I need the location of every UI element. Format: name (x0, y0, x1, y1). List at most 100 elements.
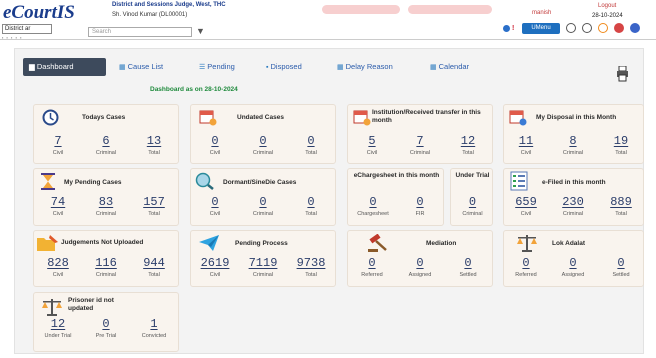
stat-fir[interactable]: 0 FIR (398, 195, 442, 217)
stat-referred[interactable]: 0 Referred (350, 256, 394, 278)
stat-under-trial[interactable]: 12 Under Trial (36, 317, 80, 339)
list-icon: ▦ (119, 64, 126, 71)
card-title: Dormant/SineDie Cases (223, 179, 297, 186)
card-my-disposal[interactable]: My Disposal in this Month 11 Civil 8 Crimi… (503, 104, 644, 164)
stat-criminal[interactable]: 83 Criminal (84, 195, 128, 217)
card-mediation[interactable]: Mediation 0 Referred 0 Assigned 0 Settled (347, 230, 493, 287)
stat-criminal[interactable]: 0 Criminal (241, 134, 285, 156)
stat-criminal[interactable]: 8 Criminal (551, 134, 595, 156)
folder-icon (37, 235, 58, 251)
stat-civil[interactable]: 7 Civil (36, 134, 80, 156)
stat-total[interactable]: 0 Total (289, 195, 333, 217)
card-pending-process[interactable]: Pending Process 2619 Civil 7119 Criminal 9… (190, 230, 336, 287)
stat-criminal[interactable]: 0 Criminal (451, 195, 494, 217)
stat-civil[interactable]: 5 Civil (350, 134, 394, 156)
stat-pre-trial[interactable]: 0 Pre Trial (84, 317, 128, 339)
stat-settled[interactable]: 0 Settled (446, 256, 490, 278)
alert-icon[interactable]: ! (512, 25, 514, 32)
card-title: eChargesheet in this month (353, 172, 440, 179)
card-under-trial[interactable]: Under Trial 0 Criminal (450, 168, 493, 226)
card-title: Judgements Not Uploaded (61, 239, 144, 246)
stat-civil[interactable]: 0 Civil (193, 134, 237, 156)
tab-disposed[interactable]: ▪ Disposed (266, 62, 302, 71)
list-icon: ▦ (337, 64, 344, 71)
hourglass-icon (41, 173, 55, 190)
tab-dashboard[interactable]: ▆ Dashboard (23, 58, 106, 76)
tab-label: Delay Reason (345, 62, 393, 71)
logout-link[interactable]: Logout (598, 3, 616, 9)
stat-total[interactable]: 9738 Total (289, 256, 333, 278)
notice-banner-2 (408, 5, 492, 14)
theme-option-4[interactable] (614, 23, 624, 33)
theme-option-3[interactable] (598, 23, 608, 33)
app-logo[interactable]: eCourtIS (3, 2, 75, 24)
umenu-button[interactable]: UMenu (522, 23, 560, 34)
stat-criminal[interactable]: 230 Criminal (551, 195, 595, 217)
card-efiled[interactable]: e-Filed in this month 659 Civil 230 Crimin… (503, 168, 644, 226)
tab-pending[interactable]: ☰ Pending (199, 62, 235, 71)
paper-plane-icon (199, 235, 219, 251)
stat-settled[interactable]: 0 Settled (599, 256, 643, 278)
trash-icon: ▪ (266, 64, 269, 71)
stat-chargesheet[interactable]: 0 Chargesheet (350, 195, 396, 217)
header-date: 28-10-2024 (592, 13, 623, 19)
card-title: Institution/Received transfer in this mo… (372, 109, 481, 124)
stat-civil[interactable]: 74 Civil (36, 195, 80, 217)
scales-icon (42, 299, 62, 316)
tab-label: Pending (207, 62, 235, 71)
notice-banner (322, 5, 400, 14)
judge-name: Sh. Vinod Kumar (DL00001) (112, 12, 188, 18)
card-title: My Pending Cases (64, 179, 122, 186)
card-prisoner-id[interactable]: Prisoner id not updated 12 Under Trial 0P… (33, 292, 179, 352)
print-icon[interactable] (617, 66, 628, 82)
stat-civil[interactable]: 0 Civil (193, 195, 237, 217)
card-lok-adalat[interactable]: Lok Adalat 0 Referred 0 Assigned 0 Settled (503, 230, 644, 287)
scales-icon (517, 235, 537, 252)
magnifier-icon (195, 172, 214, 190)
tab-calendar[interactable]: ▦ Calendar (430, 62, 469, 71)
card-institution[interactable]: Institution/Received transfer in this mo… (347, 104, 493, 164)
stat-assigned[interactable]: 0 Assigned (398, 256, 442, 278)
tab-label: Dashboard (36, 62, 74, 71)
calendar-icon (509, 110, 527, 126)
stat-criminal[interactable]: 7119 Criminal (241, 256, 285, 278)
card-my-pending[interactable]: My Pending Cases 74 Civil 83 Criminal 157 T… (33, 168, 179, 226)
stat-total[interactable]: 157 Total (132, 195, 176, 217)
stat-total[interactable]: 944 Total (132, 256, 176, 278)
tab-delay-reason[interactable]: ▦ Delay Reason (337, 62, 393, 71)
card-judgements-not-uploaded[interactable]: Judgements Not Uploaded 828 Civil 116 Crim… (33, 230, 179, 287)
stat-assigned[interactable]: 0 Assigned (551, 256, 595, 278)
calendar-icon (199, 110, 217, 126)
card-echargesheet[interactable]: eChargesheet in this month 0 Chargesheet … (347, 168, 444, 226)
card-undated-cases[interactable]: Undated Cases 0 Civil 0 Criminal 0 Total (190, 104, 336, 164)
theme-option-5[interactable] (630, 23, 640, 33)
stat-civil[interactable]: 2619 Civil (193, 256, 237, 278)
card-dormant-sinedie[interactable]: Dormant/SineDie Cases 0 Civil 0 Criminal 0… (190, 168, 336, 226)
stat-civil[interactable]: 828 Civil (36, 256, 80, 278)
search-input[interactable]: Search (88, 27, 192, 37)
district-select[interactable]: District ar (2, 24, 52, 34)
card-title: Mediation (426, 240, 457, 247)
stat-total[interactable]: 0 Total (289, 134, 333, 156)
stat-convicted[interactable]: 1 Convicted (132, 317, 176, 339)
stat-referred[interactable]: 0 Referred (504, 256, 548, 278)
card-todays-cases[interactable]: Todays Cases 7 Civil 6 Criminal 13 Total (33, 104, 179, 164)
stat-total[interactable]: 13 Total (132, 134, 176, 156)
stat-civil[interactable]: 659 Civil (504, 195, 548, 217)
filter-icon[interactable]: ▼ (196, 26, 205, 36)
settings-icon[interactable] (503, 25, 510, 32)
stat-criminal[interactable]: 0 Criminal (241, 195, 285, 217)
stat-civil[interactable]: 11 Civil (504, 134, 548, 156)
dashboard-date-label: Dashboard as on 28-10-2024 (150, 86, 238, 93)
tab-cause-list[interactable]: ▦ Cause List (119, 62, 163, 71)
stat-criminal[interactable]: 116 Criminal (84, 256, 128, 278)
stat-total[interactable]: 19 Total (599, 134, 643, 156)
stat-criminal[interactable]: 7 Criminal (398, 134, 442, 156)
stat-criminal[interactable]: 6 Criminal (84, 134, 128, 156)
district-sub-label: ▪ ▪ ▪ ▪ ▪ (2, 35, 23, 40)
theme-option-1[interactable] (566, 23, 576, 33)
court-name: District and Sessions Judge, West, THC (112, 2, 226, 8)
stat-total[interactable]: 889 Total (599, 195, 643, 217)
stat-total[interactable]: 12 Total (446, 134, 490, 156)
theme-option-2[interactable] (582, 23, 592, 33)
